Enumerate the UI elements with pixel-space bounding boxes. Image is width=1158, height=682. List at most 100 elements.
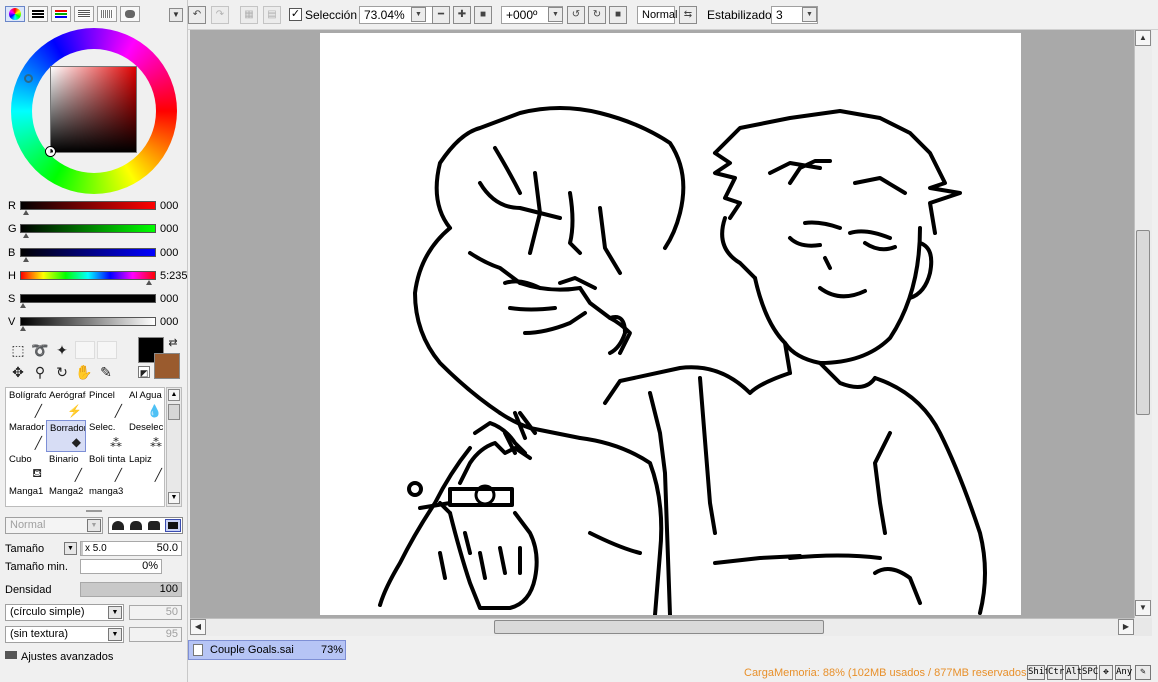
color-palette-mode-button[interactable]: [74, 6, 94, 22]
brush-tool-item[interactable]: Cubo ⛾: [6, 452, 46, 484]
document-tab[interactable]: Couple Goals.sai 73%: [188, 640, 346, 660]
g-slider[interactable]: G 000: [6, 223, 186, 238]
swatches-mode-button[interactable]: [97, 6, 117, 22]
brush-tool-item[interactable]: Al Agua 💧: [126, 388, 164, 420]
background-color-swatch[interactable]: [154, 353, 180, 379]
brush-shape-selector[interactable]: [108, 517, 183, 534]
square-edge-icon[interactable]: [165, 519, 181, 532]
vertical-scroll-thumb[interactable]: [1136, 230, 1150, 415]
size-multiplier-dropdown[interactable]: ▼: [64, 542, 77, 555]
brush-tool-item[interactable]: Deselec. ⁂: [126, 420, 164, 452]
hsv-sliders-mode-button[interactable]: [51, 6, 71, 22]
rotate-right-button[interactable]: ↻: [588, 6, 606, 24]
flip-view-button[interactable]: ⇆: [679, 6, 697, 24]
magic-wand-icon[interactable]: ✦: [53, 341, 71, 359]
rotate-left-button[interactable]: ↺: [567, 6, 585, 24]
scroll-up-icon[interactable]: ▲: [168, 389, 180, 401]
brush-tool-item[interactable]: Aerógrafo ⚡: [46, 388, 86, 420]
lasso-icon[interactable]: ➰: [31, 341, 49, 359]
density-field[interactable]: 100: [80, 582, 182, 597]
move-icon[interactable]: ✥: [9, 363, 27, 381]
hand-icon[interactable]: ✋: [75, 363, 93, 381]
hard-edge-icon[interactable]: [148, 521, 160, 530]
rgb-sliders-mode-button[interactable]: [28, 6, 48, 22]
invert-selection-button[interactable]: ▤: [263, 6, 281, 24]
r-slider-thumb[interactable]: [23, 210, 29, 215]
zoom-dropdown-button[interactable]: ▼: [411, 7, 426, 22]
blend-mode-dropdown[interactable]: Normal ▼: [5, 517, 103, 534]
v-slider-thumb[interactable]: [20, 326, 26, 331]
saturation-value-square[interactable]: [50, 66, 137, 153]
s-slider-track[interactable]: [20, 294, 156, 303]
scroll-left-icon[interactable]: ◀: [190, 619, 206, 635]
zoom-icon[interactable]: ⚲: [31, 363, 49, 381]
color-wheel-mode-button[interactable]: [5, 6, 25, 22]
panel-menu-button[interactable]: ▼: [169, 8, 183, 22]
scroll-up-icon[interactable]: ▲: [1135, 30, 1151, 46]
medium-edge-icon[interactable]: [130, 521, 142, 530]
texture-strength-field[interactable]: 95: [129, 627, 182, 642]
brush-tool-item[interactable]: Manga1: [6, 484, 46, 506]
canvas-viewport[interactable]: [190, 30, 1134, 618]
b-slider-track[interactable]: [20, 248, 156, 257]
soft-edge-icon[interactable]: [112, 521, 124, 530]
b-slider[interactable]: B 000: [6, 247, 186, 262]
view-mode-button[interactable]: Normal: [637, 6, 677, 24]
swap-colors-icon[interactable]: ⇄: [166, 336, 180, 350]
horizontal-scroll-thumb[interactable]: [494, 620, 824, 634]
texture-dropdown[interactable]: (sin textura) ▼: [5, 626, 124, 643]
collapse-advanced-icon[interactable]: [5, 651, 17, 659]
h-slider-thumb[interactable]: [146, 280, 152, 285]
selection-checkbox[interactable]: ✓: [289, 8, 302, 21]
zoom-reset-button[interactable]: ■: [474, 6, 492, 24]
brush-tool-item[interactable]: Selec. ⁂: [86, 420, 126, 452]
reset-colors-icon[interactable]: ◩: [138, 366, 150, 378]
zoom-out-button[interactable]: ━: [432, 6, 450, 24]
h-slider[interactable]: H 5:235: [6, 270, 188, 285]
brush-tool-item[interactable]: Manga2: [46, 484, 86, 506]
scratchpad-mode-button[interactable]: [120, 6, 140, 22]
brush-tool-item[interactable]: Boli tinta ╱: [86, 452, 126, 484]
brush-tool-item[interactable]: Binario ╱: [46, 452, 86, 484]
brush-tool-item[interactable]: manga3: [86, 484, 126, 506]
brush-tool-item[interactable]: Lapiz ╱: [126, 452, 164, 484]
brush-grid-scrollbar[interactable]: ▲ ▼: [166, 387, 182, 507]
size-field[interactable]: x 5.0 50.0: [80, 541, 182, 556]
g-slider-track[interactable]: [20, 224, 156, 233]
min-size-field[interactable]: 0%: [80, 559, 162, 574]
v-slider[interactable]: V 000: [6, 316, 186, 331]
undo-button[interactable]: ↶: [188, 6, 206, 24]
rotate-icon[interactable]: ↻: [53, 363, 71, 381]
r-slider-track[interactable]: [20, 201, 156, 210]
color-picker-marker[interactable]: [46, 147, 55, 156]
zoom-in-button[interactable]: ✚: [453, 6, 471, 24]
advanced-settings-label[interactable]: Ajustes avanzados: [21, 651, 113, 663]
vertical-scrollbar[interactable]: ▲ ▼: [1134, 30, 1152, 618]
panel-splitter[interactable]: [86, 510, 102, 512]
v-slider-track[interactable]: [20, 317, 156, 326]
s-slider-thumb[interactable]: [20, 303, 26, 308]
redo-button[interactable]: ↷: [211, 6, 229, 24]
scroll-down-icon[interactable]: ▼: [1135, 600, 1151, 616]
hue-marker[interactable]: [24, 74, 33, 83]
rotation-dropdown-button[interactable]: ▼: [548, 7, 563, 22]
deselect-button[interactable]: ▦: [240, 6, 258, 24]
h-slider-track[interactable]: [20, 271, 156, 280]
brush-shape-dropdown[interactable]: (círculo simple) ▼: [5, 604, 124, 621]
brush-tool-item[interactable]: Pincel ╱: [86, 388, 126, 420]
g-slider-thumb[interactable]: [23, 233, 29, 238]
scroll-thumb[interactable]: [168, 404, 180, 420]
b-slider-thumb[interactable]: [23, 257, 29, 262]
r-slider[interactable]: R 000: [6, 200, 186, 215]
canvas-paper[interactable]: [320, 33, 1021, 617]
scroll-right-icon[interactable]: ▶: [1118, 619, 1134, 635]
brush-tool-item-selected[interactable]: Borrador ◆: [46, 420, 86, 452]
s-slider[interactable]: S 000: [6, 293, 186, 308]
brush-tool-item[interactable]: Marador ╱: [6, 420, 46, 452]
stabilizer-dropdown-button[interactable]: ▼: [802, 7, 817, 22]
rect-select-icon[interactable]: ⬚: [9, 341, 27, 359]
rotation-reset-button[interactable]: ■: [609, 6, 627, 24]
brush-tool-item[interactable]: Bolígrafo ╱: [6, 388, 46, 420]
shape-strength-field[interactable]: 50: [129, 605, 182, 620]
eyedropper-icon[interactable]: ✎: [97, 363, 115, 381]
